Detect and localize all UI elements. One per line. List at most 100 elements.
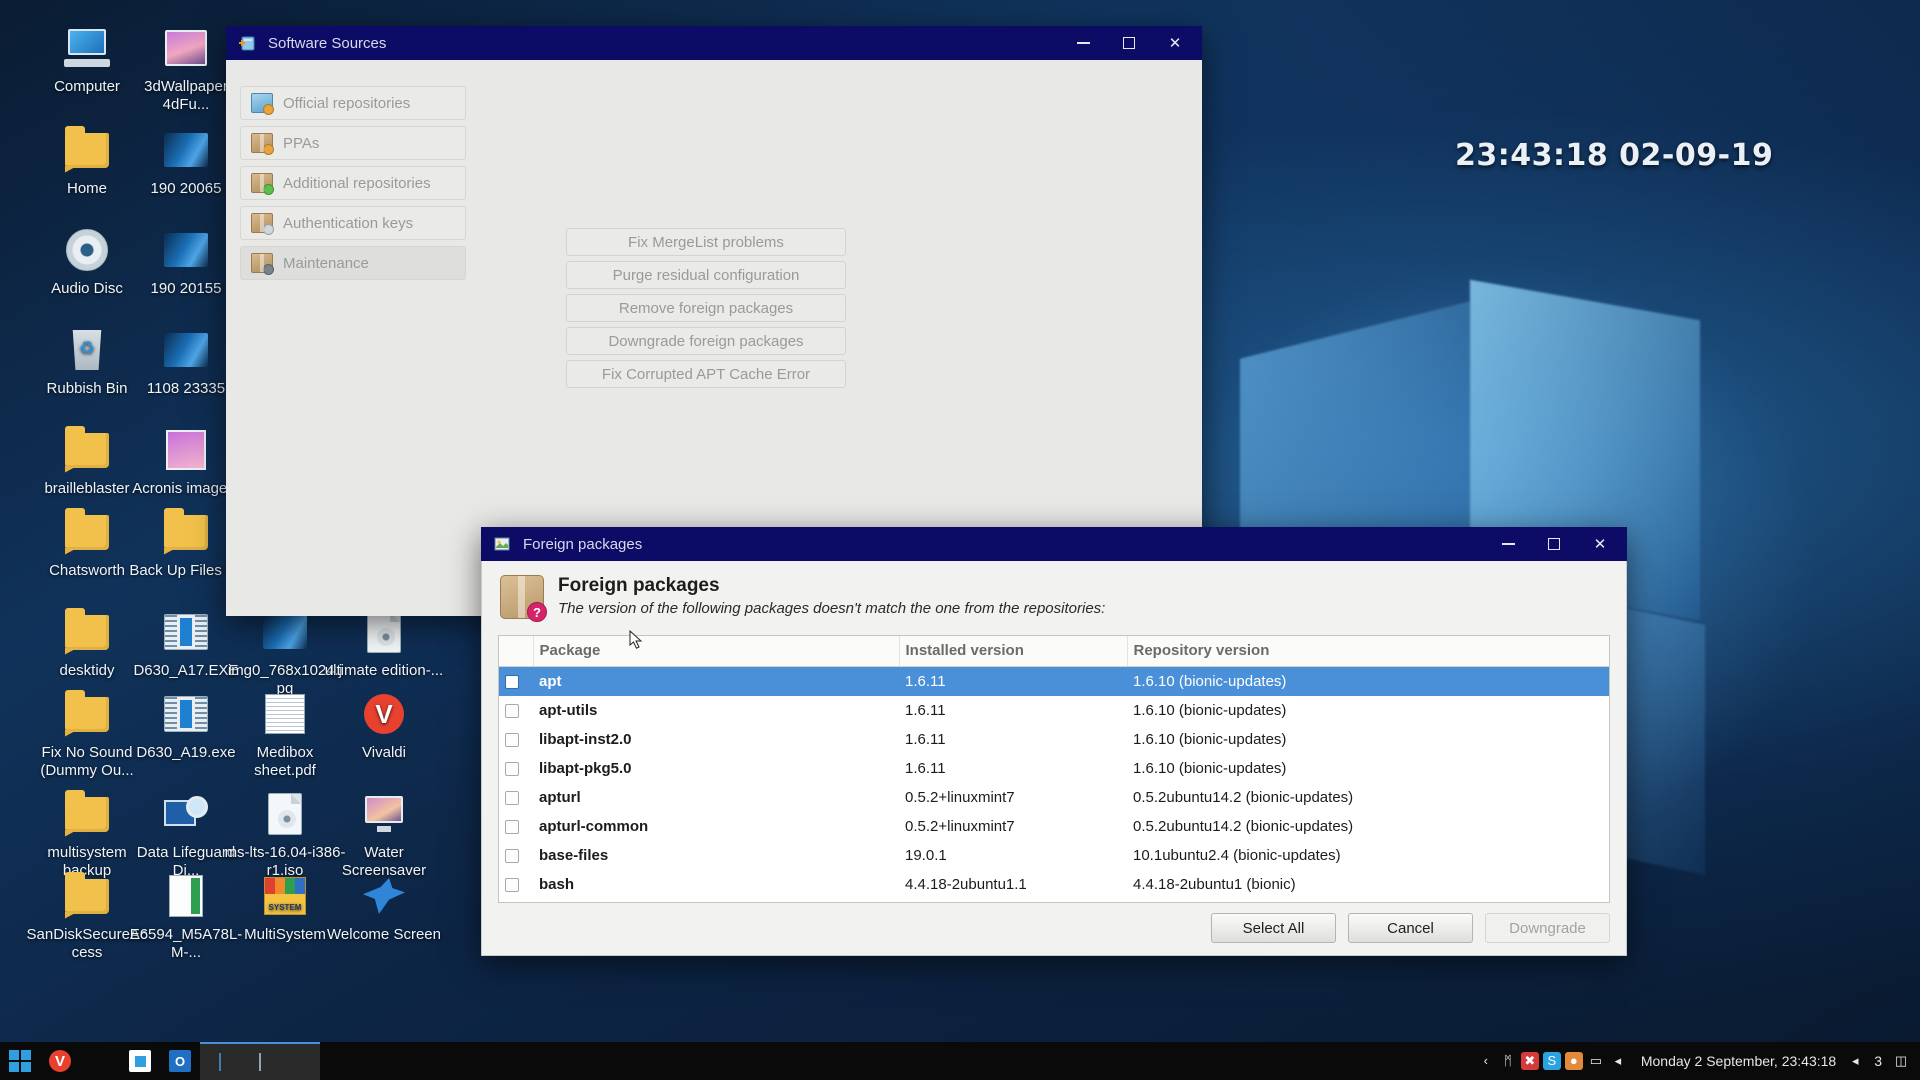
- folder-icon: [63, 426, 111, 474]
- table-row[interactable]: apturl-common0.5.2+linuxmint70.5.2ubuntu…: [499, 812, 1609, 841]
- file-manager-launcher[interactable]: [80, 1042, 120, 1080]
- table-row[interactable]: libapt-pkg5.01.6.111.6.10 (bionic-update…: [499, 754, 1609, 783]
- folder-icon: [63, 508, 111, 556]
- folder-icon: [63, 690, 111, 738]
- row-checkbox-cell[interactable]: [499, 725, 533, 754]
- row-checkbox[interactable]: [505, 878, 519, 892]
- sidebar-item-additional-repositories[interactable]: Additional repositories: [240, 166, 466, 200]
- downgrade-button[interactable]: Downgrade: [1485, 913, 1610, 943]
- taskbar-tray: ‹ᛗ✖S●▭◂ Monday 2 September, 23:43:18 ◂ 3…: [1477, 1052, 1920, 1071]
- row-checkbox-cell[interactable]: [499, 667, 533, 696]
- tray-volume-icon[interactable]: ◂: [1609, 1052, 1627, 1070]
- start-menu-button[interactable]: [0, 1042, 40, 1080]
- close-icon[interactable]: ✕: [1577, 527, 1623, 561]
- maximize-icon[interactable]: [1531, 527, 1577, 561]
- sidebar-item-official-repositories[interactable]: Official repositories: [240, 86, 466, 120]
- maintenance-button-purge-residual-configuration[interactable]: Purge residual configuration: [566, 261, 846, 289]
- maintenance-button-remove-foreign-packages[interactable]: Remove foreign packages: [566, 294, 846, 322]
- folder-icon: [63, 608, 111, 656]
- desktop-icon-water-screensaver[interactable]: Water Screensaver: [323, 790, 445, 880]
- sidebar-item-maintenance[interactable]: Maintenance: [240, 246, 466, 280]
- foreign-packages-header: ? Foreign packages The version of the fo…: [482, 561, 1626, 627]
- cell-installed-version: 0.5.2+linuxmint7: [899, 812, 1127, 841]
- table-row[interactable]: apturl0.5.2+linuxmint70.5.2ubuntu14.2 (b…: [499, 783, 1609, 812]
- tray-expand-icon[interactable]: ‹: [1477, 1052, 1495, 1070]
- tray-display-icon[interactable]: ▭: [1587, 1052, 1605, 1070]
- table-row[interactable]: base-files19.0.110.1ubuntu2.4 (bionic-up…: [499, 841, 1609, 870]
- rubbish-bin-icon: [63, 326, 111, 374]
- maintenance-button-downgrade-foreign-packages[interactable]: Downgrade foreign packages: [566, 327, 846, 355]
- foreign-packages-titlebar[interactable]: Foreign packages ✕: [481, 527, 1627, 561]
- folder-icon: [162, 508, 210, 556]
- maintenance-button-fix-mergelist-problems[interactable]: Fix MergeList problems: [566, 228, 846, 256]
- foreign-packages-dialog[interactable]: Foreign packages ✕ ? Foreign packages Th…: [481, 527, 1627, 956]
- row-checkbox[interactable]: [505, 791, 519, 805]
- desktop-icon-ultimate-edition[interactable]: ultimate edition-...: [323, 608, 445, 680]
- close-icon[interactable]: ✕: [1152, 26, 1198, 60]
- table-row[interactable]: libapt-inst2.01.6.111.6.10 (bionic-updat…: [499, 725, 1609, 754]
- cell-repository-version: 1.6.10 (bionic-updates): [1127, 754, 1609, 783]
- software-sources-icon: [238, 34, 256, 52]
- row-checkbox-cell[interactable]: [499, 754, 533, 783]
- tray-icon-list: ‹ᛗ✖S●▭◂: [1477, 1052, 1631, 1071]
- taskbar-image-viewer[interactable]: [240, 1042, 280, 1080]
- wallpaper-image-icon: [162, 24, 210, 72]
- minimize-icon[interactable]: [1060, 26, 1106, 60]
- outlook-launcher[interactable]: O: [160, 1042, 200, 1080]
- sidebar-item-ppas[interactable]: PPAs: [240, 126, 466, 160]
- row-checkbox[interactable]: [505, 762, 519, 776]
- taskbar-firefox[interactable]: [280, 1042, 320, 1080]
- tray-skype-icon[interactable]: S: [1543, 1052, 1561, 1070]
- column-header-checkbox[interactable]: [499, 636, 533, 667]
- row-checkbox-cell[interactable]: [499, 783, 533, 812]
- cancel-button[interactable]: Cancel: [1348, 913, 1473, 943]
- column-header-package[interactable]: Package: [533, 636, 899, 667]
- column-header-repository-version[interactable]: Repository version: [1127, 636, 1609, 667]
- table-row[interactable]: apt1.6.111.6.10 (bionic-updates): [499, 667, 1609, 696]
- dialog-footer: Select All Cancel Downgrade: [482, 903, 1626, 955]
- auth-keys-box-icon: [251, 213, 273, 233]
- workspace-switcher-icon[interactable]: ◂: [1846, 1052, 1864, 1070]
- row-checkbox-cell[interactable]: [499, 812, 533, 841]
- sidebar-item-label: Additional repositories: [283, 175, 431, 192]
- motherboard-pdf-icon: [162, 872, 210, 920]
- vivaldi-icon: V: [360, 690, 408, 738]
- software-sources-titlebar[interactable]: Software Sources ✕: [226, 26, 1202, 60]
- column-header-installed-version[interactable]: Installed version: [899, 636, 1127, 667]
- cell-package-name: apt: [533, 667, 899, 696]
- tray-bluetooth-icon[interactable]: ᛗ: [1499, 1052, 1517, 1070]
- row-checkbox[interactable]: [505, 733, 519, 747]
- package-question-icon: ?: [500, 575, 544, 619]
- package-table-container[interactable]: Package Installed version Repository ver…: [498, 635, 1610, 903]
- row-checkbox-cell[interactable]: [499, 841, 533, 870]
- row-checkbox[interactable]: [505, 704, 519, 718]
- row-checkbox[interactable]: [505, 820, 519, 834]
- cell-installed-version: 1.6.11: [899, 725, 1127, 754]
- taskbar[interactable]: VO ‹ᛗ✖S●▭◂ Monday 2 September, 23:43:18 …: [0, 1042, 1920, 1080]
- cell-package-name: apturl-common: [533, 812, 899, 841]
- taskbar-clock[interactable]: Monday 2 September, 23:43:18: [1641, 1053, 1836, 1069]
- taskbar-software-sources[interactable]: [200, 1042, 240, 1080]
- select-all-button[interactable]: Select All: [1211, 913, 1336, 943]
- store-launcher[interactable]: [120, 1042, 160, 1080]
- row-checkbox-cell[interactable]: [499, 696, 533, 725]
- image-file-icon: [162, 326, 210, 374]
- row-checkbox[interactable]: [505, 675, 519, 689]
- tray-update-icon[interactable]: ●: [1565, 1052, 1583, 1070]
- minimize-icon[interactable]: [1485, 527, 1531, 561]
- row-checkbox-cell[interactable]: [499, 870, 533, 899]
- row-checkbox[interactable]: [505, 849, 519, 863]
- desktop-icon-vivaldi[interactable]: VVivaldi: [323, 690, 445, 762]
- maximize-icon[interactable]: [1106, 26, 1152, 60]
- table-row[interactable]: apt-utils1.6.111.6.10 (bionic-updates): [499, 696, 1609, 725]
- maintenance-button-fix-corrupted-apt-cache-error[interactable]: Fix Corrupted APT Cache Error: [566, 360, 846, 388]
- vivaldi-launcher[interactable]: V: [40, 1042, 80, 1080]
- table-row[interactable]: bash4.4.18-2ubuntu1.14.4.18-2ubuntu1 (bi…: [499, 870, 1609, 899]
- sidebar-item-authentication-keys[interactable]: Authentication keys: [240, 206, 466, 240]
- tray-shield-icon[interactable]: ✖: [1521, 1052, 1539, 1070]
- taskbar-launchers: VO: [0, 1042, 320, 1080]
- cell-package-name: bash: [533, 870, 899, 899]
- windows-logo-icon: [9, 1050, 31, 1072]
- desktop-icon-welcome-screen[interactable]: Welcome Screen: [323, 872, 445, 944]
- show-desktop-button[interactable]: ◫: [1892, 1052, 1910, 1070]
